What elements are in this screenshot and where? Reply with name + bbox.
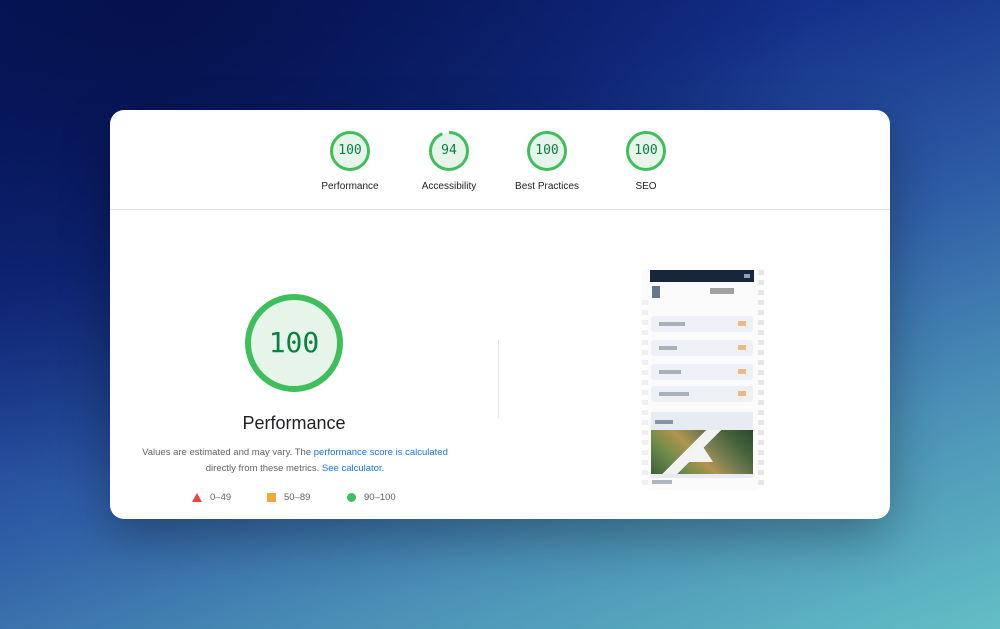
- gauge-performance[interactable]: 100 Performance: [310, 130, 390, 192]
- vertical-divider: [498, 340, 499, 418]
- gauge-value: 100: [338, 143, 362, 158]
- gauge-value: 94: [441, 143, 457, 158]
- gauge-ring: 100: [625, 130, 667, 172]
- performance-score-link[interactable]: performance score is calculated: [314, 447, 448, 458]
- desc-text: Values are estimated and may vary. The: [142, 447, 314, 458]
- thumbnail-row: [651, 316, 753, 332]
- gauge-label: Performance: [321, 181, 379, 192]
- circle-icon: [347, 493, 356, 502]
- thumbnail-row: [651, 386, 753, 402]
- performance-score-value: 100: [268, 326, 320, 359]
- legend-pass: 90–100: [347, 492, 396, 504]
- thumbnail-photo: [651, 430, 753, 474]
- gauge-value: 100: [634, 143, 658, 158]
- gauge-seo[interactable]: 100 SEO: [606, 130, 686, 192]
- thumbnail-heading: [710, 288, 734, 294]
- performance-description: Values are estimated and may vary. The p…: [130, 445, 460, 477]
- triangle-icon: [192, 493, 202, 502]
- legend-range: 50–89: [284, 492, 311, 503]
- thumbnail-row: [651, 364, 753, 380]
- thumbnail-edge: [642, 300, 648, 490]
- gauge-label: Best Practices: [515, 181, 579, 192]
- gauge-accessibility[interactable]: 94 Accessibility: [409, 130, 489, 192]
- legend-range: 0–49: [210, 492, 232, 503]
- thumbnail-logo: [652, 286, 660, 298]
- legend-range: 90–100: [364, 492, 396, 503]
- see-calculator-link[interactable]: See calculator: [322, 463, 382, 474]
- desc-text: directly from these metrics.: [205, 463, 322, 474]
- thumbnail-navbar: [650, 270, 754, 282]
- gauge-value: 100: [535, 143, 559, 158]
- page-screenshot-thumbnail[interactable]: [642, 270, 764, 490]
- gauge-ring: 94: [428, 130, 470, 172]
- gauge-best-practices[interactable]: 100 Best Practices: [507, 130, 587, 192]
- legend-average: 50–89: [267, 492, 310, 504]
- gauge-ring: 100: [329, 130, 371, 172]
- performance-gauge-large: 100: [244, 293, 344, 393]
- score-summary: 100 Performance 94 Accessibility 100 Bes…: [110, 110, 890, 210]
- report-card: 100 Performance 94 Accessibility 100 Bes…: [110, 110, 890, 519]
- square-icon: [267, 493, 276, 502]
- thumbnail-row: [651, 340, 753, 356]
- gauge-label: SEO: [635, 181, 657, 192]
- performance-title: Performance: [242, 413, 346, 433]
- thumbnail-edge: [758, 270, 764, 490]
- gauge-label: Accessibility: [421, 181, 477, 192]
- thumbnail-caption: [652, 480, 672, 484]
- legend-fail: 0–49: [192, 492, 231, 504]
- desc-text: .: [381, 463, 385, 474]
- gauge-ring: 100: [526, 130, 568, 172]
